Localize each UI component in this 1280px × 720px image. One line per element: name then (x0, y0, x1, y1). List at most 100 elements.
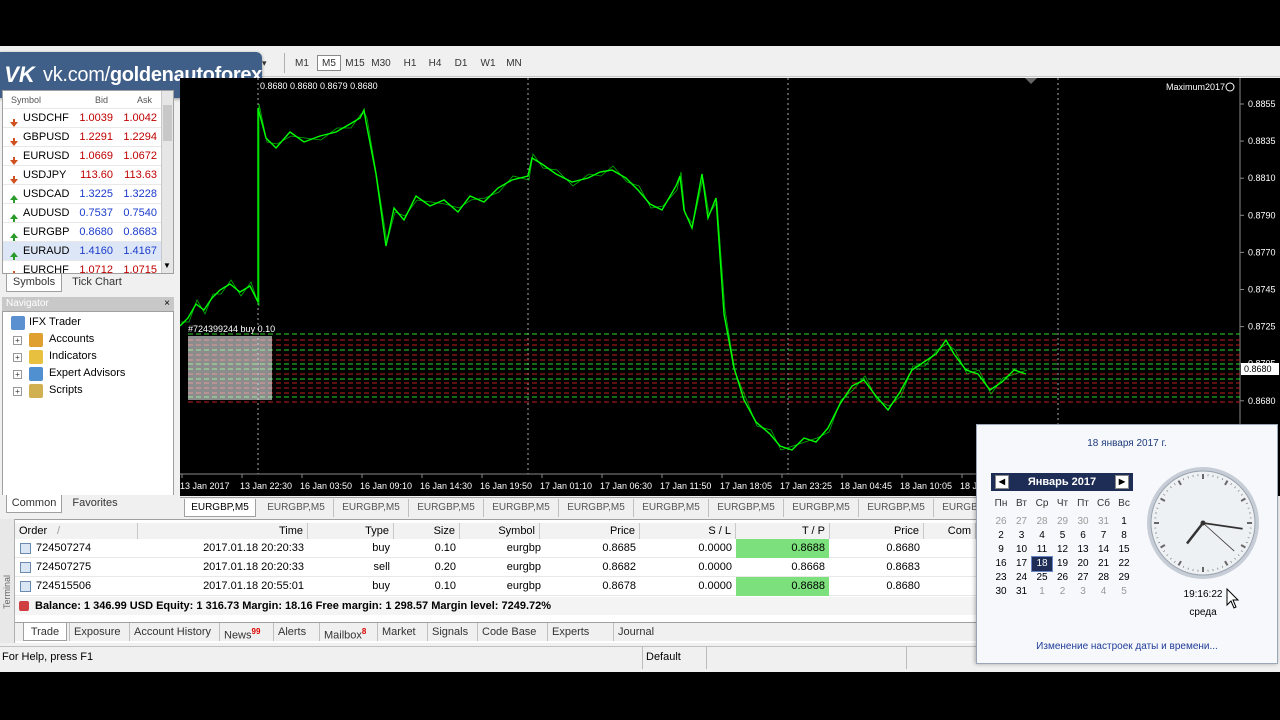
market-watch-row[interactable]: USDCAD 1.3225 1.3228 (3, 184, 161, 203)
tab-common[interactable]: Common (6, 495, 62, 513)
terminal-tab-alerts[interactable]: Alerts (273, 623, 317, 641)
calendar-day[interactable]: 2 (1053, 585, 1073, 599)
terminal-tab-code-base[interactable]: Code Base (477, 623, 545, 641)
calendar-day[interactable]: 9 (991, 543, 1011, 557)
calendar-day[interactable]: 31 (1012, 585, 1032, 599)
calendar-day[interactable]: 27 (1012, 515, 1032, 529)
market-watch-row[interactable]: EURUSD 1.0669 1.0672 (3, 146, 161, 165)
calendar-day[interactable]: 1 (1114, 515, 1134, 529)
expand-plus-icon[interactable]: + (13, 353, 22, 362)
calendar-day[interactable]: 4 (1094, 585, 1114, 599)
order-sl[interactable]: 0.0000 (640, 539, 732, 558)
header-ask[interactable]: Ask (137, 95, 152, 105)
toolbar-dropdown-icon[interactable]: ▾ (262, 55, 276, 71)
terminal-tab-experts[interactable]: Experts (547, 623, 611, 641)
nav-item-scripts[interactable]: Scripts (49, 384, 83, 396)
chart-tab[interactable]: EURGBP,M5 (634, 499, 709, 517)
chart-tab[interactable]: EURGBP,M5 (859, 499, 934, 517)
order-tp[interactable]: 0.8668 (736, 558, 829, 577)
calendar-full-date[interactable]: 18 января 2017 г. (977, 438, 1277, 449)
column-header[interactable]: Time (138, 523, 308, 539)
calendar-day[interactable]: 5 (1053, 529, 1073, 543)
chart-tab[interactable]: EURGBP,M5 (259, 499, 334, 517)
terminal-tab-journal[interactable]: Journal (613, 623, 661, 641)
expand-plus-icon[interactable]: + (13, 336, 22, 345)
calendar-day[interactable]: 28 (1094, 571, 1114, 585)
timeframe-m5-button[interactable]: M5 (317, 55, 341, 71)
column-header[interactable]: S / L (640, 523, 736, 539)
close-icon[interactable]: × (164, 297, 170, 311)
date-time-settings-link[interactable]: Изменение настроек даты и времени... (977, 641, 1277, 652)
calendar-day[interactable]: 15 (1114, 543, 1134, 557)
timeframe-d1-button[interactable]: D1 (449, 55, 473, 71)
calendar-day[interactable]: 23 (991, 571, 1011, 585)
order-sl[interactable]: 0.0000 (640, 577, 732, 596)
calendar-day[interactable]: 12 (1053, 543, 1073, 557)
chart-shift-icon[interactable] (1025, 78, 1037, 84)
order-row[interactable]: 724507274 2017.01.18 20:20:33 buy 0.10 eurgb… (15, 539, 976, 558)
market-watch-scrollbar[interactable]: ▼ (161, 91, 173, 275)
calendar-day[interactable]: 10 (1012, 543, 1032, 557)
header-bid[interactable]: Bid (95, 95, 108, 105)
nav-item-indicators[interactable]: Indicators (49, 350, 97, 362)
status-profile[interactable]: Default (646, 651, 681, 663)
order-sl[interactable]: 0.0000 (640, 558, 732, 577)
market-watch-row[interactable]: USDJPY 113.60 113.63 (3, 165, 161, 184)
column-header[interactable]: Price (830, 523, 924, 539)
calendar-day[interactable]: 27 (1073, 571, 1093, 585)
order-tp[interactable]: 0.8688 (736, 539, 829, 558)
calendar-day[interactable]: 28 (1032, 515, 1052, 529)
calendar-day[interactable]: 14 (1094, 543, 1114, 557)
scroll-down-icon[interactable]: ▼ (163, 261, 171, 270)
timeframe-h4-button[interactable]: H4 (423, 55, 447, 71)
calendar-day[interactable]: 6 (1073, 529, 1093, 543)
calendar-day-today[interactable]: 18 (1031, 556, 1053, 572)
chart-tab[interactable]: EURGBP,M5 (484, 499, 559, 517)
calendar-day[interactable]: 30 (991, 585, 1011, 599)
column-header[interactable]: Order / (15, 523, 138, 539)
order-row[interactable]: 724507275 2017.01.18 20:20:33 sell 0.20 eurg… (15, 558, 976, 577)
terminal-tab-market[interactable]: Market (377, 623, 425, 641)
calendar-day[interactable]: 29 (1053, 515, 1073, 529)
calendar-day[interactable]: 11 (1032, 543, 1052, 557)
calendar-day[interactable]: 20 (1073, 557, 1093, 571)
tab-tick-chart[interactable]: Tick Chart (64, 274, 130, 292)
market-watch-row[interactable]: EURAUD 1.4160 1.4167 (3, 241, 161, 260)
timeframe-m1-button[interactable]: M1 (290, 55, 314, 71)
next-month-icon[interactable]: ▶ (1115, 475, 1129, 489)
calendar-day[interactable]: 21 (1094, 557, 1114, 571)
expand-plus-icon[interactable]: + (13, 387, 22, 396)
tab-favorites[interactable]: Favorites (64, 495, 126, 513)
calendar-day[interactable]: 1 (1032, 585, 1052, 599)
calendar-day[interactable]: 31 (1094, 515, 1114, 529)
nav-item-accounts[interactable]: Accounts (49, 333, 94, 345)
market-watch-row[interactable]: USDCHF 1.0039 1.0042 (3, 108, 161, 127)
terminal-tab-account-history[interactable]: Account History (129, 623, 217, 641)
terminal-tab-trade[interactable]: Trade (23, 623, 67, 641)
calendar-day[interactable]: 17 (1012, 557, 1032, 571)
calendar-day[interactable]: 26 (1053, 571, 1073, 585)
column-header[interactable]: Type (308, 523, 394, 539)
chart-tab[interactable]: EURGBP,M5 (409, 499, 484, 517)
chart-tab[interactable]: EURGBP,M5 (334, 499, 409, 517)
column-header[interactable]: Price (540, 523, 640, 539)
column-header[interactable]: Symbol (460, 523, 540, 539)
calendar-day[interactable]: 24 (1012, 571, 1032, 585)
scroll-thumb[interactable] (163, 105, 172, 141)
calendar-day[interactable]: 25 (1032, 571, 1052, 585)
market-watch-row[interactable]: EURGBP 0.8680 0.8683 (3, 222, 161, 241)
calendar-day[interactable]: 3 (1012, 529, 1032, 543)
chart-tab[interactable]: EURGBP,M5 (559, 499, 634, 517)
prev-month-icon[interactable]: ◀ (995, 475, 1009, 489)
calendar-day[interactable]: 5 (1114, 585, 1134, 599)
order-tp[interactable]: 0.8688 (736, 577, 829, 596)
calendar-day[interactable]: 3 (1073, 585, 1093, 599)
terminal-tab-news[interactable]: News99 (219, 623, 271, 642)
calendar-month-title[interactable]: Январь 2017 (1028, 476, 1096, 488)
terminal-tab-mailbox[interactable]: Mailbox8 (319, 623, 375, 642)
column-header[interactable]: Com (924, 523, 976, 539)
calendar-day[interactable]: 29 (1114, 571, 1134, 585)
timeframe-w1-button[interactable]: W1 (476, 55, 500, 71)
timeframe-m15-button[interactable]: M15 (343, 55, 367, 71)
market-watch-row[interactable]: GBPUSD 1.2291 1.2294 (3, 127, 161, 146)
